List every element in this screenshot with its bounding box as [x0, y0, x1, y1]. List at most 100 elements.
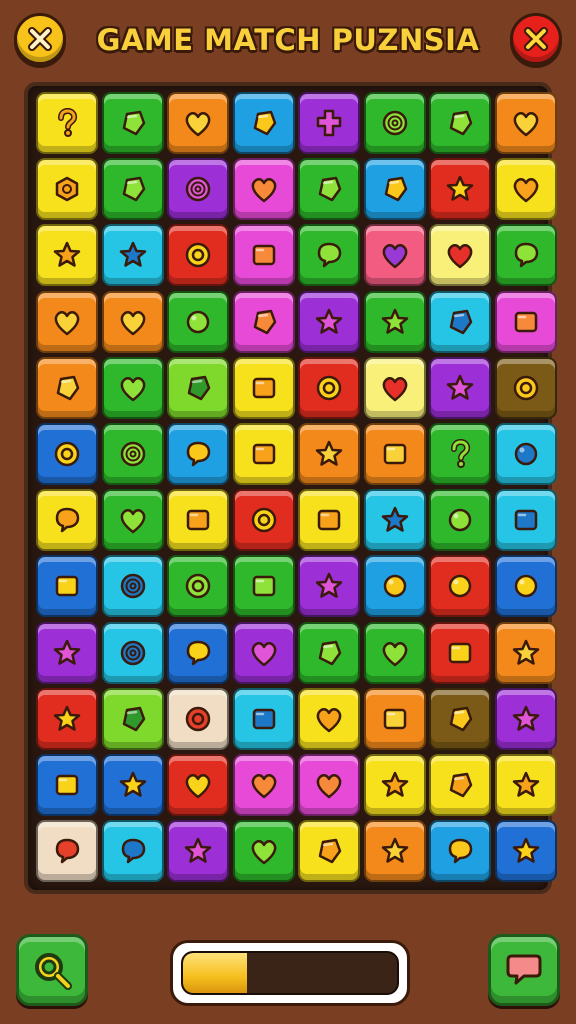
tile-cyan-bubble[interactable] — [101, 820, 164, 883]
tile-lyellow-heart[interactable] — [363, 356, 426, 419]
tile-blue-bubble[interactable] — [429, 820, 491, 883]
tile-red-star[interactable] — [429, 158, 491, 221]
tile-dblue-square[interactable] — [36, 555, 98, 618]
tile-green-heart[interactable] — [232, 820, 295, 883]
tile-green-swirl[interactable] — [363, 92, 426, 154]
tile-dblue-circle[interactable] — [494, 555, 557, 618]
tile-blue-gem[interactable] — [363, 158, 426, 221]
tile-orange-square[interactable] — [363, 687, 426, 750]
tile-red-ring[interactable] — [232, 489, 295, 552]
tile-green-square[interactable] — [232, 555, 295, 618]
tile-purple-heart[interactable] — [232, 621, 295, 684]
tile-pink-square[interactable] — [232, 224, 295, 287]
tile-green-bubble[interactable] — [494, 224, 557, 287]
tile-purple-star[interactable] — [167, 820, 229, 883]
tile-cream-bubble[interactable] — [36, 820, 98, 883]
tile-green-swirl[interactable] — [101, 423, 164, 485]
tile-yellow-square[interactable] — [232, 423, 295, 485]
tile-green-ring[interactable] — [167, 555, 229, 618]
chat-button[interactable] — [488, 934, 560, 1006]
tile-dblue-bubble[interactable] — [167, 621, 229, 684]
tile-dblue-square[interactable] — [36, 754, 98, 816]
tile-green-star[interactable] — [363, 290, 426, 353]
tile-pink-heart[interactable] — [232, 158, 295, 221]
tile-yellow-square[interactable] — [298, 489, 360, 552]
tile-cyan-swirl[interactable] — [101, 555, 164, 618]
tile-cream-ring[interactable] — [167, 687, 229, 750]
tile-blue-circle[interactable] — [363, 555, 426, 618]
tile-purple-star[interactable] — [494, 687, 557, 750]
tile-yellow-star[interactable] — [36, 224, 98, 287]
tile-red-square[interactable] — [429, 621, 491, 684]
tile-red-ring[interactable] — [167, 224, 229, 287]
tile-yellow-heart[interactable] — [494, 158, 557, 221]
tile-salmon-heart[interactable] — [363, 224, 426, 287]
tile-purple-star[interactable] — [298, 555, 360, 618]
tile-brown-ring[interactable] — [494, 356, 557, 419]
tile-purple-swirl[interactable] — [167, 158, 229, 221]
tile-pink-gem[interactable] — [232, 290, 295, 353]
tile-dblue-star[interactable] — [101, 754, 164, 816]
tile-yellow-star[interactable] — [494, 754, 557, 816]
tile-green-heart[interactable] — [101, 489, 164, 552]
tile-yellow-square[interactable] — [167, 489, 229, 552]
tile-red-ring[interactable] — [298, 356, 360, 419]
tile-red-star[interactable] — [36, 687, 98, 750]
tile-green-heart[interactable] — [101, 356, 164, 419]
tile-green-heart[interactable] — [363, 621, 426, 684]
tile-yellow-star[interactable] — [363, 754, 426, 816]
tile-orange-star[interactable] — [298, 423, 360, 485]
tile-orange-heart[interactable] — [36, 290, 98, 353]
tile-cyan-star[interactable] — [101, 224, 164, 287]
tile-cyan-square[interactable] — [232, 687, 295, 750]
tile-brown-gem[interactable] — [429, 687, 491, 750]
tile-yellow-hexagon[interactable] — [36, 158, 98, 221]
tile-dblue-ring[interactable] — [36, 423, 98, 485]
tile-green-gem[interactable] — [429, 92, 491, 154]
tile-purple-star[interactable] — [429, 356, 491, 419]
tile-orange-gem[interactable] — [36, 356, 98, 419]
tile-dblue-star[interactable] — [494, 820, 557, 883]
search-button[interactable] — [16, 934, 88, 1006]
tile-orange-square[interactable] — [363, 423, 426, 485]
tile-orange-heart[interactable] — [494, 92, 557, 154]
tile-lyellow-heart[interactable] — [429, 224, 491, 287]
tile-pink-square[interactable] — [494, 290, 557, 353]
tile-orange-star[interactable] — [494, 621, 557, 684]
tile-yellow-question[interactable] — [36, 92, 98, 154]
tile-orange-star[interactable] — [363, 820, 426, 883]
tile-green-bubble[interactable] — [298, 224, 360, 287]
tile-red-circle[interactable] — [429, 555, 491, 618]
tile-green-gem[interactable] — [101, 92, 164, 154]
tile-cyan-star[interactable] — [363, 489, 426, 552]
tile-orange-heart[interactable] — [101, 290, 164, 353]
tile-lime-gem[interactable] — [101, 687, 164, 750]
tile-yellow-gem[interactable] — [429, 754, 491, 816]
tile-yellow-heart[interactable] — [298, 687, 360, 750]
tile-green-circle[interactable] — [167, 290, 229, 353]
tile-lime-gem[interactable] — [167, 356, 229, 419]
tile-yellow-gem[interactable] — [298, 820, 360, 883]
tile-green-gem[interactable] — [298, 621, 360, 684]
tile-green-gem[interactable] — [298, 158, 360, 221]
tile-cyan-gem[interactable] — [429, 290, 491, 353]
tile-orange-heart[interactable] — [167, 92, 229, 154]
tile-cyan-swirl[interactable] — [101, 621, 164, 684]
tile-cyan-square[interactable] — [494, 489, 557, 552]
tile-purple-cross[interactable] — [298, 92, 360, 154]
tile-green-gem[interactable] — [101, 158, 164, 221]
tile-blue-gem[interactable] — [232, 92, 295, 154]
tile-pink-heart[interactable] — [232, 754, 295, 816]
tile-red-heart[interactable] — [167, 754, 229, 816]
close-button-left[interactable] — [14, 13, 66, 65]
close-button-right[interactable] — [510, 13, 562, 65]
tile-green-circle[interactable] — [429, 489, 491, 552]
tile-purple-star[interactable] — [298, 290, 360, 353]
tile-yellow-square[interactable] — [232, 356, 295, 419]
tile-pink-heart[interactable] — [298, 754, 360, 816]
tile-purple-star[interactable] — [36, 621, 98, 684]
tile-green-question[interactable] — [429, 423, 491, 485]
tile-blue-bubble[interactable] — [167, 423, 229, 485]
tile-yellow-bubble[interactable] — [36, 489, 98, 552]
tile-cyan-circle[interactable] — [494, 423, 557, 485]
